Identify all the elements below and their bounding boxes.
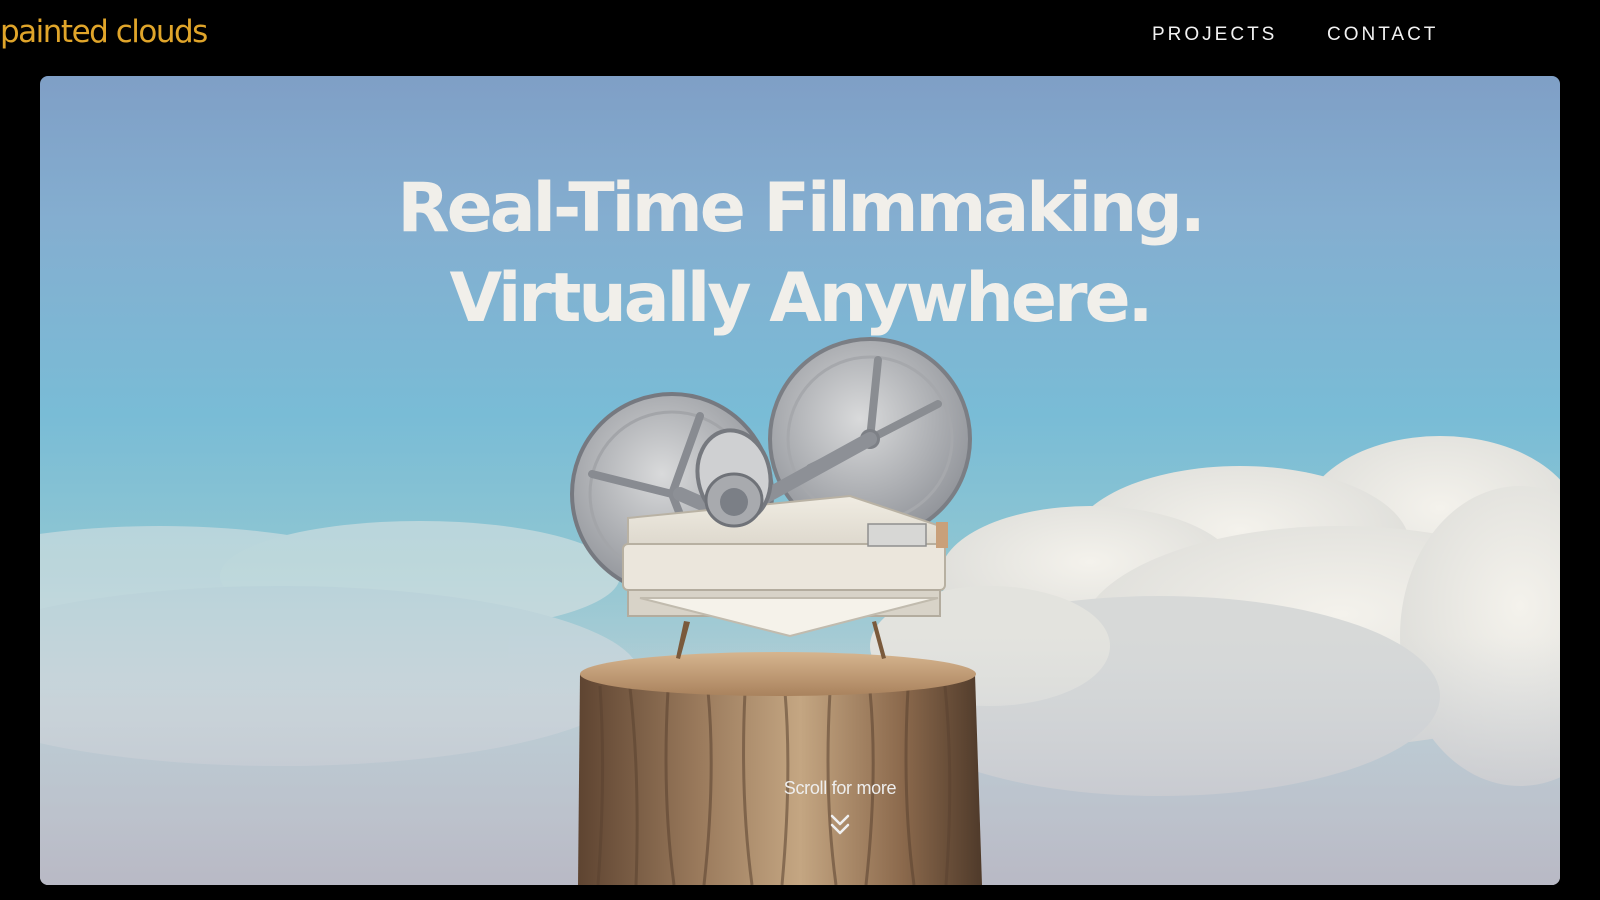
site-header: painted clouds PROJECTS CONTACT [0, 0, 1600, 76]
nav-contact-link[interactable]: CONTACT [1327, 24, 1438, 46]
site-logo[interactable]: painted clouds [0, 14, 208, 50]
tree-stump [578, 652, 982, 885]
scroll-for-more-button[interactable]: Scroll for more [700, 778, 980, 837]
scroll-label: Scroll for more [783, 778, 897, 798]
film-projector [570, 337, 972, 659]
nav-projects-link[interactable]: PROJECTS [1152, 24, 1277, 46]
hero-headline-line1: Real-Time Filmmaking. [397, 168, 1205, 248]
hero-headline-line2: Virtually Anywhere. [449, 258, 1154, 338]
double-chevron-down-icon [830, 814, 850, 835]
hero-headline: Real-Time Filmmaking. Virtually Anywhere… [40, 164, 1560, 344]
hero-section: Real-Time Filmmaking. Virtually Anywhere… [40, 76, 1560, 885]
